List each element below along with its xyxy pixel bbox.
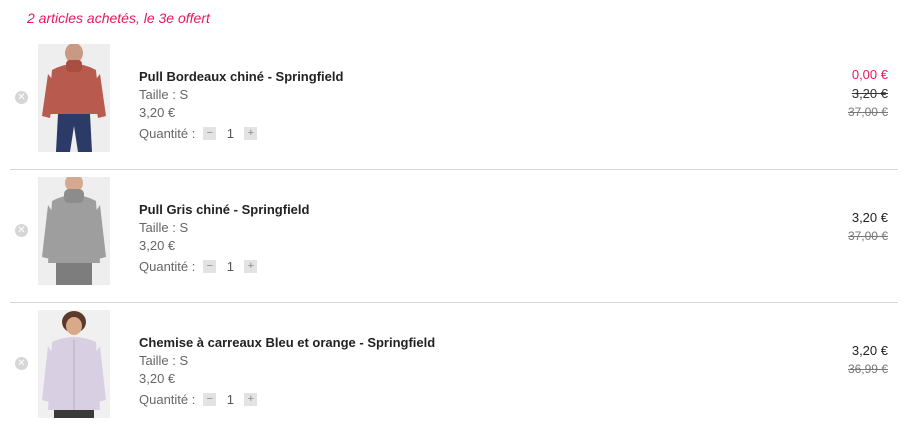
- final-price: 0,00 €: [851, 67, 888, 82]
- item-unit-price: 3,20 €: [139, 105, 176, 120]
- quantity-label: Quantité :: [139, 392, 196, 407]
- original-price: 36,99 €: [847, 362, 888, 376]
- cart-item: ✕ Chemise à carreaux Bleu et orange - Sp…: [10, 303, 898, 436]
- quantity-value: 1: [226, 392, 234, 407]
- original-price: 37,00 €: [847, 105, 888, 119]
- remove-item-button[interactable]: ✕: [15, 357, 28, 370]
- quantity-label: Quantité :: [139, 126, 196, 141]
- item-prices: 0,00 € 3,20 € 37,00 €: [848, 67, 888, 119]
- plus-icon[interactable]: +: [244, 127, 258, 140]
- quantity-value: 1: [226, 259, 234, 274]
- quantity-stepper: Quantité : − 1 +: [139, 392, 435, 407]
- cart-item: ✕ Pull Bordeaux chiné - Springfield Tail…: [10, 37, 898, 170]
- minus-icon[interactable]: −: [203, 393, 217, 406]
- discounted-price: 3,20 €: [851, 86, 888, 101]
- item-unit-price: 3,20 €: [139, 371, 176, 386]
- item-size: Taille : S: [139, 353, 189, 368]
- item-name[interactable]: Pull Bordeaux chiné - Springfield: [139, 69, 343, 84]
- product-image: [38, 177, 110, 285]
- original-price: 37,00 €: [847, 229, 888, 243]
- item-size: Taille : S: [139, 220, 189, 235]
- product-image: [38, 44, 110, 152]
- cart-item: ✕ Pull Gris chiné - Springfield Taille :…: [10, 170, 898, 303]
- item-unit-price: 3,20 €: [139, 238, 176, 253]
- product-image: [38, 310, 110, 418]
- promo-text: 2 articles achetés, le 3e offert: [27, 10, 210, 26]
- quantity-value: 1: [226, 126, 234, 141]
- item-info: Pull Gris chiné - Springfield Taille : S…: [139, 202, 309, 274]
- item-info: Pull Bordeaux chiné - Springfield Taille…: [139, 69, 343, 141]
- quantity-label: Quantité :: [139, 259, 196, 274]
- item-prices: 3,20 € 36,99 €: [848, 343, 888, 376]
- item-name[interactable]: Chemise à carreaux Bleu et orange - Spri…: [139, 335, 435, 350]
- quantity-stepper: Quantité : − 1 +: [139, 126, 343, 141]
- final-price: 3,20 €: [851, 343, 888, 358]
- quantity-stepper: Quantité : − 1 +: [139, 259, 309, 274]
- item-info: Chemise à carreaux Bleu et orange - Spri…: [139, 335, 435, 407]
- plus-icon[interactable]: +: [244, 393, 258, 406]
- plus-icon[interactable]: +: [244, 260, 258, 273]
- final-price: 3,20 €: [851, 210, 888, 225]
- remove-item-button[interactable]: ✕: [15, 224, 28, 237]
- minus-icon[interactable]: −: [203, 260, 217, 273]
- remove-item-button[interactable]: ✕: [15, 91, 28, 104]
- item-size: Taille : S: [139, 87, 189, 102]
- minus-icon[interactable]: −: [203, 127, 217, 140]
- item-prices: 3,20 € 37,00 €: [848, 210, 888, 243]
- item-name[interactable]: Pull Gris chiné - Springfield: [139, 202, 309, 217]
